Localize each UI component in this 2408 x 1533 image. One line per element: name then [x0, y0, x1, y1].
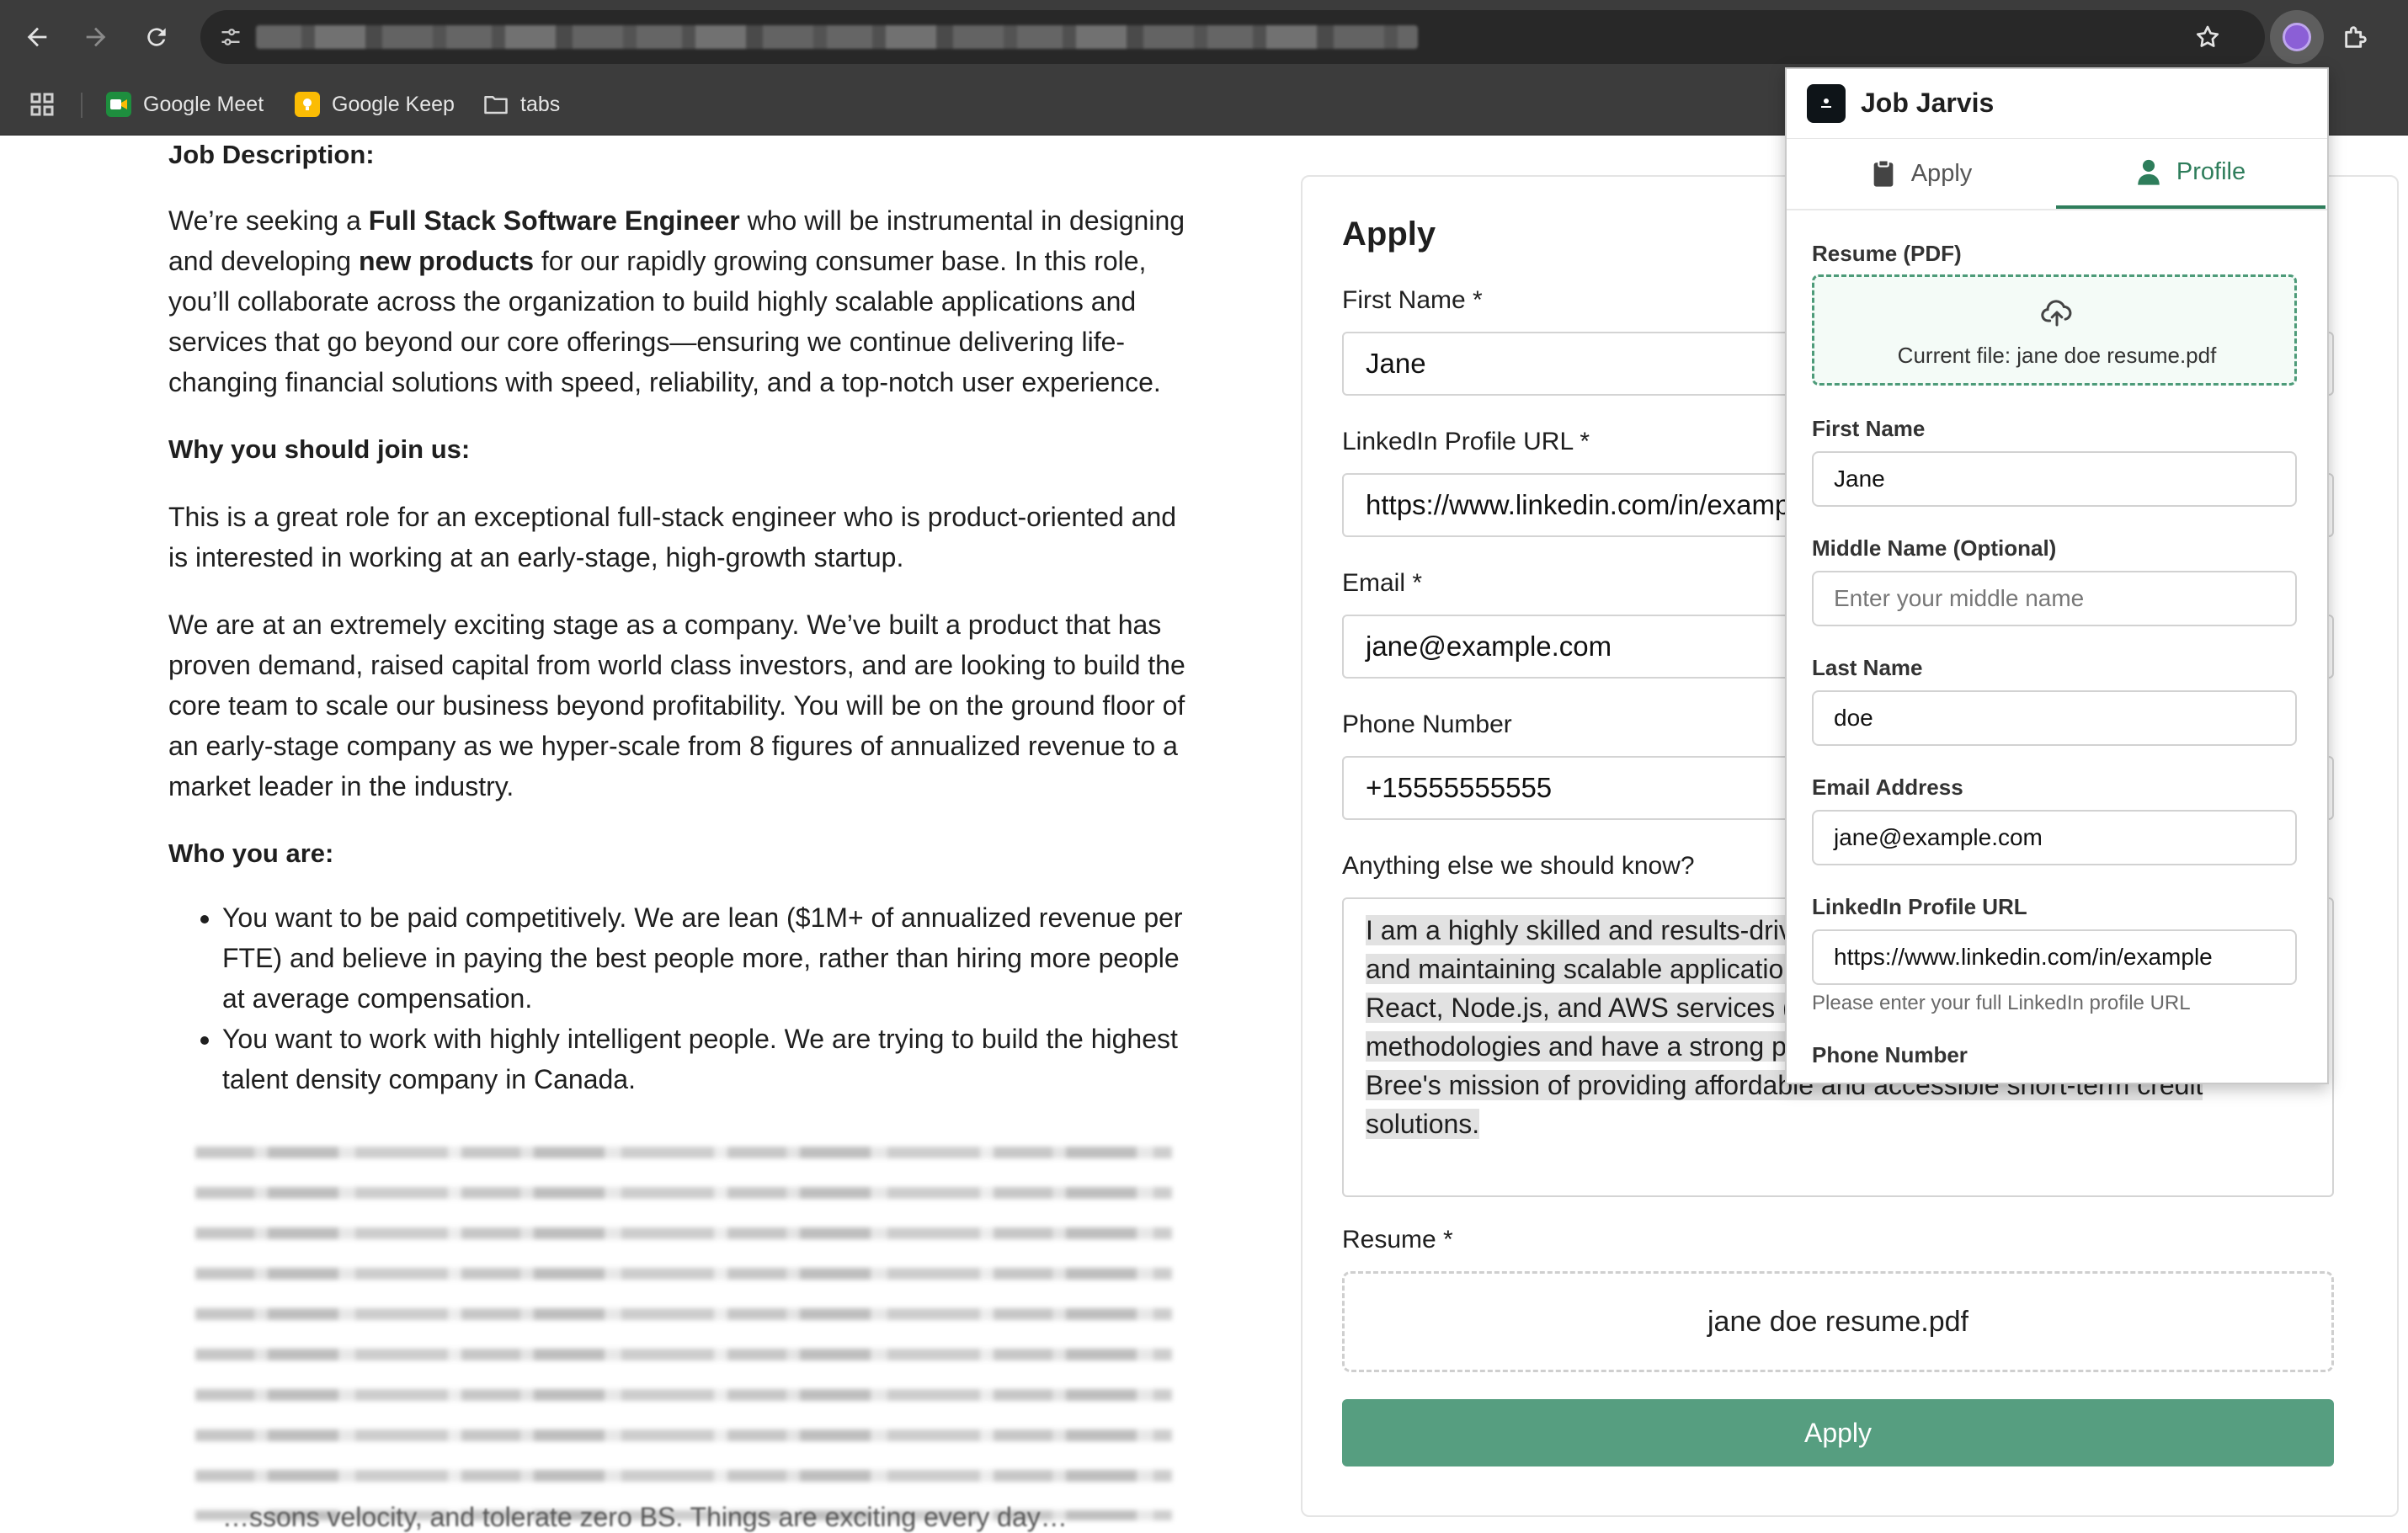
apply-form-title: Apply [1342, 216, 1436, 253]
popup-tabs: Apply Profile [1787, 138, 2327, 210]
linkedin-url-label: LinkedIn Profile URL [1812, 894, 2027, 919]
first-name-label: First Name [1812, 416, 1926, 441]
bookmark-label: Google Meet [143, 92, 264, 116]
section-heading: Why you should join us: [168, 434, 471, 464]
middle-name-input[interactable]: Enter your middle name [1812, 571, 2297, 626]
middle-name-label: Middle Name (Optional) [1812, 535, 2057, 561]
email-address-label: Email Address [1812, 774, 1963, 800]
redacted-url [256, 25, 1418, 49]
job-description: Job Description: We’re seeking a Full St… [168, 135, 1187, 1099]
cut-off-text: …ssons velocity, and tolerate zero BS. T… [222, 1502, 1068, 1532]
site-info-icon[interactable] [216, 22, 246, 52]
requirements-list: You want to be paid competitively. We ar… [168, 897, 1187, 1099]
person-icon [2138, 159, 2160, 185]
cloud-upload-icon [2041, 300, 2072, 327]
email-address-input[interactable]: jane@example.com [1812, 810, 2297, 865]
tab-apply[interactable]: Apply [1787, 138, 2056, 209]
job-jarvis-extension-button[interactable] [2270, 10, 2324, 64]
browser-toolbar [0, 0, 2408, 74]
google-meet-icon [106, 92, 131, 117]
list-item: You want to be paid competitively. We ar… [222, 897, 1187, 1019]
phone-label: Phone Number [1342, 711, 1512, 738]
tab-profile[interactable]: Profile [2056, 138, 2325, 209]
bookmarks-divider [81, 93, 83, 118]
bookmark-label: tabs [520, 92, 561, 116]
linkedin-url-input[interactable]: https://www.linkedin.com/in/example [1812, 929, 2297, 985]
popup-title: Job Jarvis [1861, 88, 1995, 118]
redacted-text-block [195, 1147, 1172, 1520]
first-name-label: First Name * [1342, 286, 1483, 314]
last-name-label: Last Name [1812, 655, 1923, 680]
bookmark-google-keep[interactable]: Google Keep [295, 86, 455, 123]
back-button[interactable] [17, 17, 57, 57]
resume-dropzone[interactable]: jane doe resume.pdf [1342, 1271, 2334, 1372]
puzzle-icon [2345, 26, 2367, 48]
folder-icon [483, 92, 509, 117]
current-file-text: Current file: jane doe resume.pdf [1897, 343, 2217, 368]
job-paragraph: We’re seeking a Full Stack Software Engi… [168, 205, 1185, 397]
anything-else-label: Anything else we should know? [1342, 852, 1695, 880]
apply-submit-button[interactable]: Apply [1342, 1399, 2334, 1466]
job-jarvis-logo-icon [1807, 84, 1846, 123]
section-heading: Job Description: [168, 140, 375, 169]
tab-label: Profile [2176, 157, 2246, 185]
bookmark-label: Google Keep [332, 92, 455, 116]
clipboard-icon [1873, 159, 1894, 187]
resume-upload-area[interactable]: Current file: jane doe resume.pdf [1812, 274, 2297, 386]
arrow-left-icon [27, 27, 47, 47]
list-item: You want to work with highly intelligent… [222, 1019, 1187, 1099]
last-name-input[interactable]: doe [1812, 690, 2297, 746]
phone-number-label: Phone Number [1812, 1042, 1968, 1067]
resume-pdf-label: Resume (PDF) [1812, 241, 1962, 266]
tab-label: Apply [1910, 159, 1973, 187]
email-label: Email * [1342, 569, 1423, 597]
extension-avatar-icon [2283, 23, 2311, 51]
reload-button[interactable] [136, 17, 177, 57]
emphasis-text: new products [358, 246, 534, 276]
address-bar[interactable] [200, 10, 2265, 64]
section-heading: Who you are: [168, 838, 334, 868]
resume-label: Resume * [1342, 1226, 1453, 1254]
bookmark-star-button[interactable] [2189, 19, 2226, 56]
apps-grid-icon[interactable] [27, 89, 57, 120]
job-paragraph: We are at an extremely exciting stage as… [168, 609, 1185, 801]
bookmark-folder-tabs[interactable]: tabs [483, 86, 560, 123]
popup-header: Job Jarvis [1787, 69, 2327, 139]
reload-icon [147, 28, 166, 46]
arrow-right-icon [86, 27, 106, 47]
extensions-button[interactable] [2336, 17, 2376, 57]
linkedin-hint-text: Please enter your full LinkedIn profile … [1812, 992, 2191, 1014]
linkedin-label: LinkedIn Profile URL * [1342, 428, 1590, 455]
google-keep-icon [295, 92, 320, 117]
first-name-input[interactable]: Jane [1812, 451, 2297, 507]
emphasis-text: Full Stack Software Engineer [368, 205, 740, 236]
job-jarvis-popup: Job Jarvis Apply Profile Resume (PDF) Cu… [1785, 67, 2329, 1084]
bookmark-google-meet[interactable]: Google Meet [106, 86, 264, 123]
star-icon [2196, 25, 2219, 47]
job-paragraph: This is a great role for an exceptional … [168, 502, 1177, 572]
forward-button[interactable] [76, 17, 116, 57]
